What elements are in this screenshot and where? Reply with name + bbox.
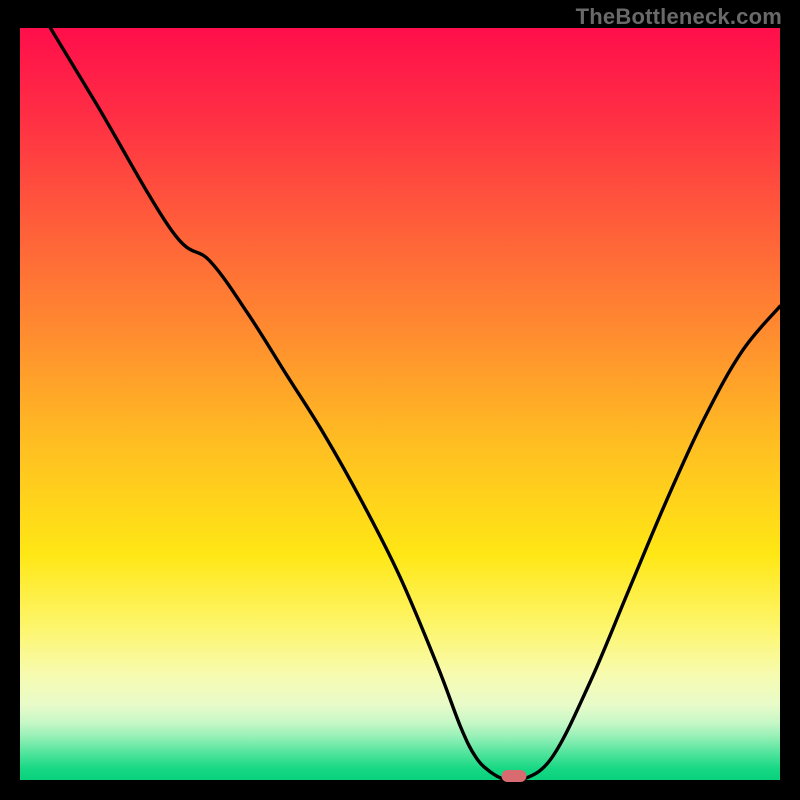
plot-svg xyxy=(20,28,780,780)
chart-container: TheBottleneck.com xyxy=(0,0,800,800)
optimal-point-marker xyxy=(502,770,527,782)
plot-area xyxy=(20,28,780,780)
gradient-background xyxy=(20,28,780,780)
watermark-text: TheBottleneck.com xyxy=(576,4,782,30)
